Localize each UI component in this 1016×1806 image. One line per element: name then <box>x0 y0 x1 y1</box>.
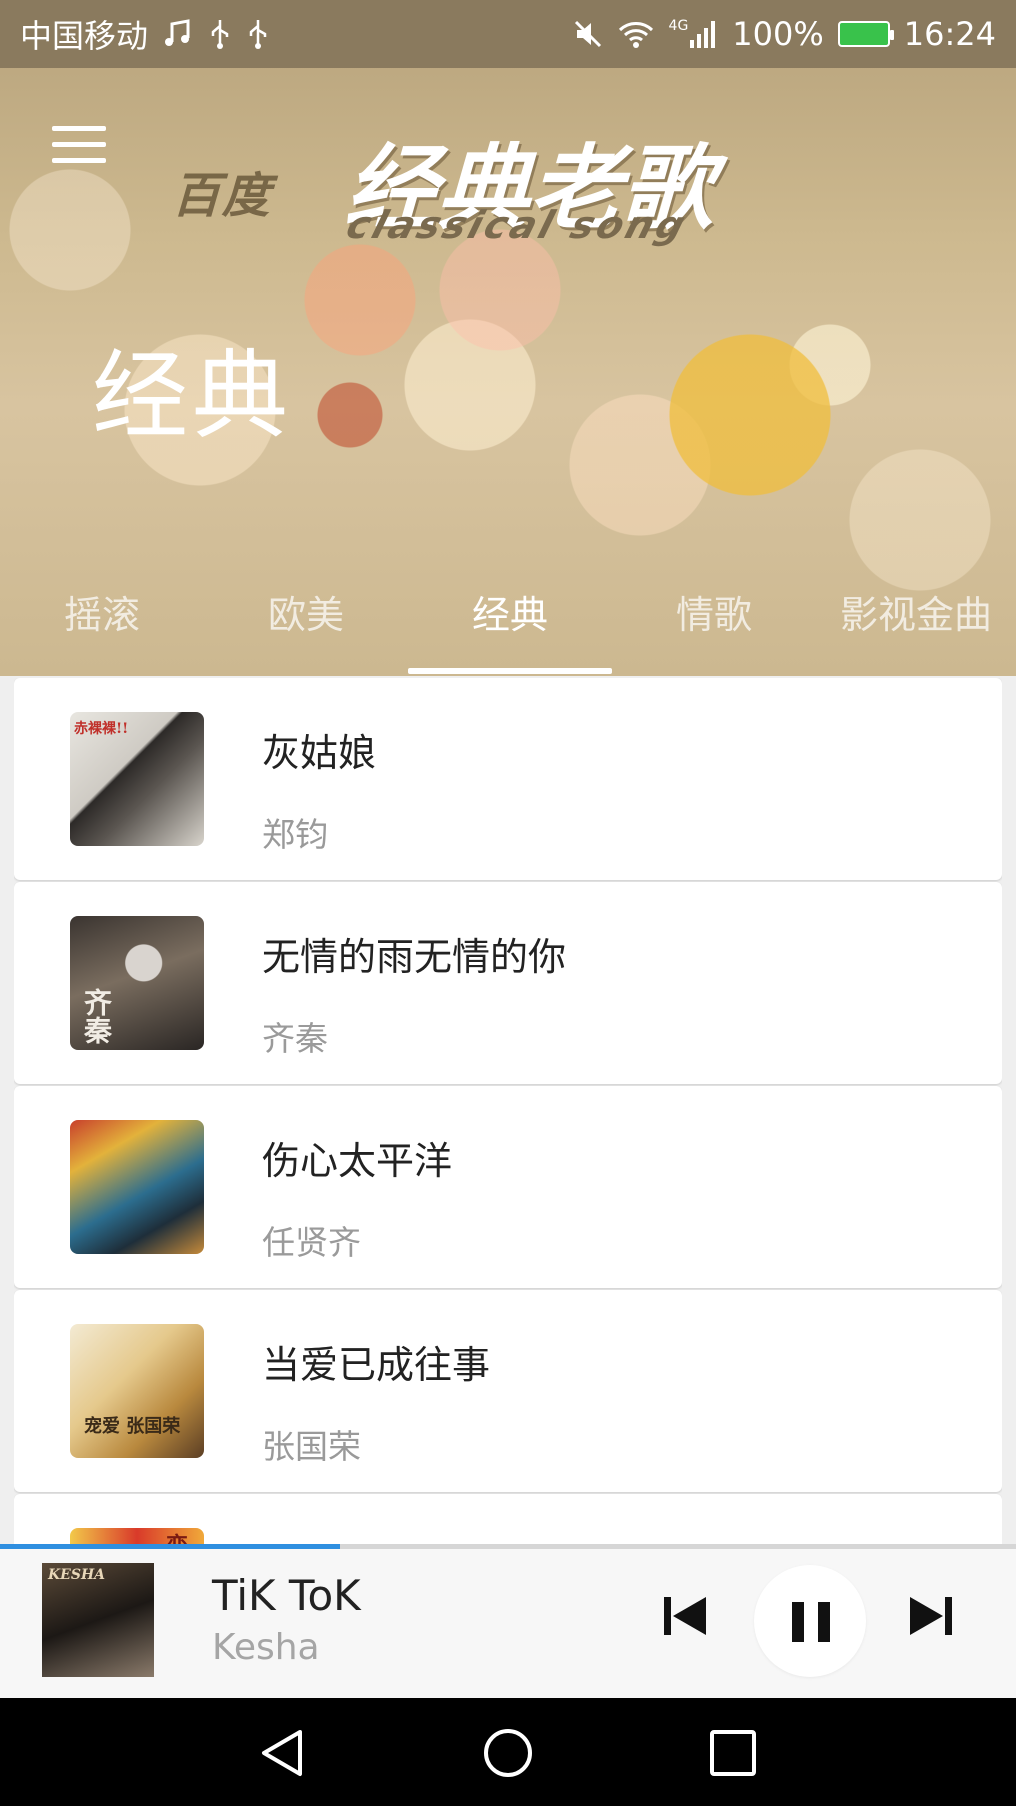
song-item[interactable]: 赤裸裸!! 灰姑娘 郑钧 <box>14 678 1002 880</box>
song-title: 伤心太平洋 <box>262 1139 453 1183</box>
now-playing-title: TiK ToK <box>212 1571 361 1620</box>
category-tabs: 摇滚 欧美 经典 情歌 影视金曲 <box>0 570 1016 676</box>
tab-rock[interactable]: 摇滚 <box>0 570 204 676</box>
clock: 16:24 <box>903 15 996 53</box>
album-cover: 齐秦 <box>70 916 204 1050</box>
logo-subtitle: classical song <box>341 203 694 247</box>
tab-classic[interactable]: 经典 <box>408 570 612 676</box>
album-cover: 恋 <box>70 1528 204 1544</box>
network-type: 4G <box>668 18 689 34</box>
system-navigation-bar <box>0 1698 1016 1806</box>
signal-icon: 4G <box>669 18 719 50</box>
header-banner: 百度 经典老歌 classical song 经典 摇滚 欧美 经典 情歌 影视… <box>0 0 1016 676</box>
status-bar: 中国移动 4G 100% 16:24 <box>0 0 1016 68</box>
hamburger-menu-icon[interactable] <box>52 126 106 166</box>
nav-back-icon[interactable] <box>256 1726 310 1780</box>
song-artist: 郑钧 <box>262 815 328 854</box>
battery-percent: 100% <box>732 15 824 53</box>
cover-caption: 宠爱 张国荣 <box>84 1416 181 1437</box>
song-item[interactable]: 齐秦 无情的雨无情的你 齐秦 <box>14 882 1002 1084</box>
cover-caption: KESHA <box>48 1567 106 1583</box>
nav-recents-icon[interactable] <box>706 1726 760 1780</box>
carrier-label: 中国移动 <box>20 17 149 55</box>
pause-button[interactable] <box>754 1565 866 1677</box>
album-cover <box>70 1120 204 1254</box>
usb-debug-icon <box>246 18 270 50</box>
album-cover: 宠爱 张国荣 <box>70 1324 204 1458</box>
tab-love-songs[interactable]: 情歌 <box>612 570 816 676</box>
pause-icon <box>788 1599 834 1645</box>
category-title: 经典 <box>92 340 292 452</box>
cover-caption: 恋 <box>166 1528 188 1544</box>
song-artist: 齐秦 <box>262 1019 328 1058</box>
nav-home-icon[interactable] <box>481 1726 535 1780</box>
tab-western[interactable]: 欧美 <box>204 570 408 676</box>
wifi-icon <box>617 18 655 50</box>
logo-prefix: 百度 <box>168 168 285 224</box>
battery-icon <box>837 21 894 47</box>
mini-player[interactable]: KESHA TiK ToK Kesha <box>0 1549 1016 1698</box>
now-playing-artist: Kesha <box>212 1627 320 1668</box>
tab-film-tv-hits[interactable]: 影视金曲 <box>816 570 1016 676</box>
music-note-icon <box>162 18 194 50</box>
song-item[interactable]: 恋 <box>14 1494 1002 1544</box>
skip-next-icon[interactable] <box>906 1591 956 1641</box>
usb-icon <box>208 18 232 50</box>
album-cover: 赤裸裸!! <box>70 712 204 846</box>
app-logo: 百度 经典老歌 classical song <box>158 108 921 258</box>
song-title: 无情的雨无情的你 <box>262 935 567 979</box>
song-title: 当爱已成往事 <box>262 1343 491 1387</box>
song-artist: 任贤齐 <box>262 1223 361 1262</box>
song-item[interactable]: 宠爱 张国荣 当爱已成往事 张国荣 <box>14 1290 1002 1492</box>
song-title: 灰姑娘 <box>262 731 377 775</box>
song-item[interactable]: 伤心太平洋 任贤齐 <box>14 1086 1002 1288</box>
song-list: 赤裸裸!! 灰姑娘 郑钧 齐秦 无情的雨无情的你 齐秦 伤心太平洋 任贤齐 宠爱… <box>14 678 1002 1544</box>
now-playing-cover[interactable]: KESHA <box>42 1563 154 1677</box>
cover-caption: 赤裸裸!! <box>74 721 129 737</box>
mute-icon <box>573 18 603 50</box>
skip-previous-icon[interactable] <box>660 1591 710 1641</box>
song-artist: 张国荣 <box>262 1427 361 1466</box>
cover-caption: 齐秦 <box>80 988 113 1044</box>
